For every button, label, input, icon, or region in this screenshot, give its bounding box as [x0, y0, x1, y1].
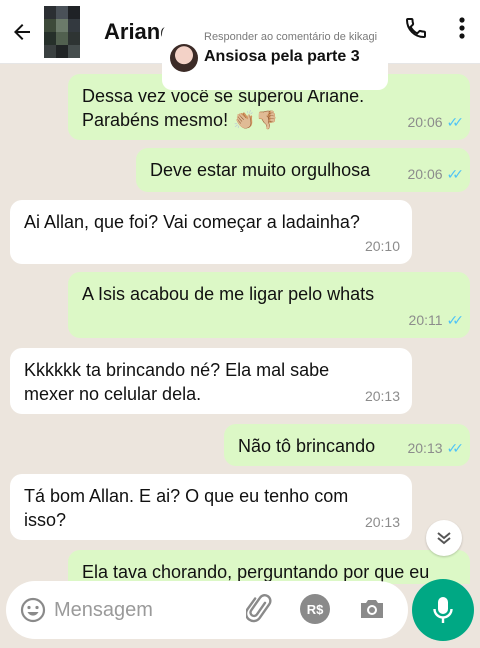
message-text: Ai Allan, que foi? Vai começar a ladainh…	[24, 212, 360, 232]
scroll-to-bottom-button[interactable]	[426, 520, 462, 556]
emoji-icon	[20, 597, 46, 623]
read-receipt-icon: ✓✓	[446, 440, 465, 456]
more-vertical-icon	[459, 17, 465, 39]
message-bubble-outgoing[interactable]: Não tô brincando 20:13 ✓✓	[224, 424, 470, 466]
reply-comment: Ansiosa pela parte 3	[204, 48, 360, 65]
payment-button[interactable]: R$	[300, 594, 330, 624]
message-time: 20:11	[408, 312, 443, 328]
message-time: 20:13	[407, 440, 443, 456]
voice-message-button[interactable]	[412, 579, 474, 641]
read-receipt-icon: ✓✓	[446, 114, 465, 130]
message-text: Dessa vez você se superou Ariane. Parabé…	[82, 86, 365, 130]
message-bubble-incoming[interactable]: Ai Allan, que foi? Vai começar a ladainh…	[10, 200, 412, 264]
message-bubble-incoming[interactable]: Tá bom Allan. E ai? O que eu tenho com i…	[10, 474, 412, 540]
message-time: 20:13	[364, 388, 400, 404]
message-meta: 20:10	[365, 234, 400, 258]
message-time: 20:10	[364, 238, 400, 254]
commenter-avatar	[170, 44, 198, 72]
double-chevron-down-icon	[437, 532, 451, 545]
read-receipt-icon: ✓✓	[446, 166, 465, 182]
attachment-icon	[246, 594, 272, 623]
message-bubble-outgoing[interactable]: Ela tava chorando, perguntando por que e…	[68, 550, 470, 584]
message-meta: 20:06 ✓✓	[407, 110, 465, 134]
message-text: A Isis acabou de me ligar pelo whats	[82, 284, 375, 304]
message-time: 20:06	[407, 114, 443, 130]
reply-label: Responder ao comentário de kikagi	[204, 31, 378, 43]
message-list[interactable]: Dessa vez você se superou Ariane. Parabé…	[0, 64, 480, 584]
contact-avatar[interactable]	[44, 5, 80, 58]
microphone-icon	[433, 597, 453, 623]
read-receipt-icon: ✓✓	[446, 312, 465, 328]
message-bubble-incoming[interactable]: Kkkkkk ta brincando né? Ela mal sabe mex…	[10, 348, 412, 414]
message-input[interactable]	[54, 598, 224, 622]
compose-bar: R$	[6, 581, 408, 639]
message-bubble-outgoing[interactable]: A Isis acabou de me ligar pelo whats 20:…	[68, 272, 470, 338]
message-meta: 20:06 ✓✓	[407, 162, 465, 186]
menu-button[interactable]	[458, 16, 466, 40]
message-meta: 20:13	[365, 510, 400, 534]
message-meta: 20:11 ✓✓	[408, 308, 465, 332]
payment-icon: R$	[306, 601, 324, 617]
message-time: 20:13	[364, 514, 400, 530]
call-button[interactable]	[404, 16, 428, 40]
message-text: Kkkkkk ta brincando né? Ela mal sabe mex…	[24, 360, 330, 404]
camera-button[interactable]	[358, 596, 386, 622]
message-meta: 20:13 ✓✓	[407, 436, 465, 460]
message-meta: 20:13	[365, 384, 400, 408]
camera-icon	[361, 600, 383, 618]
reply-comment-card[interactable]: Responder ao comentário de kikagi Ansios…	[162, 24, 388, 90]
back-button[interactable]	[2, 12, 42, 52]
phone-icon	[405, 18, 426, 39]
emoji-button[interactable]	[20, 597, 46, 623]
arrow-left-icon	[14, 23, 30, 40]
message-bubble-outgoing[interactable]: Deve estar muito orgulhosa 20:06 ✓✓	[136, 148, 470, 192]
message-time: 20:06	[407, 166, 443, 182]
attach-button[interactable]	[246, 594, 272, 624]
message-text: Tá bom Allan. E ai? O que eu tenho com i…	[24, 486, 349, 530]
